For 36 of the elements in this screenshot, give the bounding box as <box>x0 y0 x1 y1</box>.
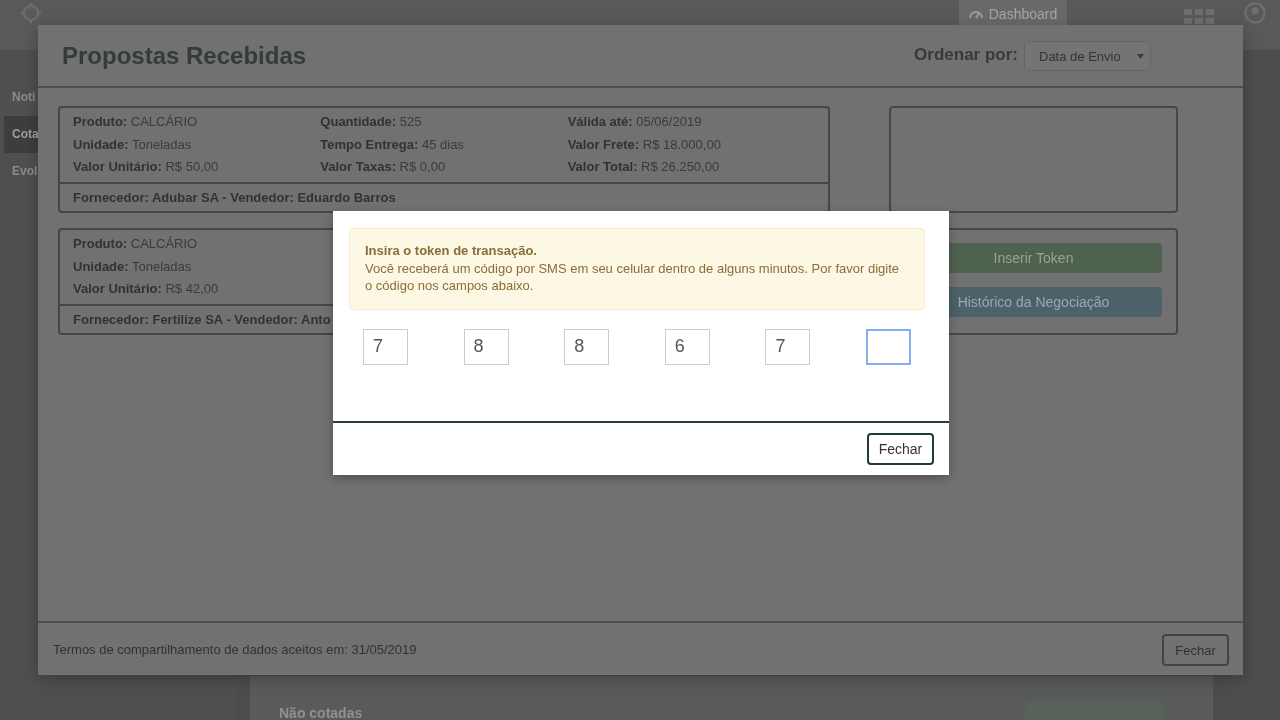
proposal-detail: Quantidade: 525 <box>320 113 422 131</box>
close-button[interactable]: Fechar <box>867 432 934 465</box>
proposal-detail: Produto: CALCÁRIO <box>73 235 198 253</box>
token-digit-field[interactable]: 8 <box>564 328 610 365</box>
token-digit-field[interactable]: 6 <box>664 328 710 365</box>
token-digit-field[interactable] <box>865 328 911 365</box>
close-button[interactable]: Fechar <box>1162 634 1229 666</box>
proposal-detail: Tempo Entrega: 45 dias <box>320 135 464 154</box>
token-digit-field[interactable]: 7 <box>363 328 408 365</box>
proposal-detail: Valor Total: R$ 26.250,00 <box>567 158 720 176</box>
user-icon[interactable] <box>1244 2 1266 24</box>
proposal-detail: Válida até: 05/06/2019 <box>567 113 702 131</box>
sidebar-item[interactable]: Noti <box>4 79 38 116</box>
sort-label: Ordenar por: <box>914 44 1018 65</box>
supplier-text: Fornecedor: Fertilize SA - Vendedor: Anto <box>73 312 331 327</box>
alert-title: Insira o token de transação. <box>365 242 537 260</box>
terms-text: Termos de compartilhamento de dados aceitos em: 31/05/2019 <box>53 641 417 657</box>
gauge-icon <box>968 9 983 19</box>
proposal-detail: Unidade: Toneladas <box>73 257 192 276</box>
sidebar-item[interactable]: Evol <box>4 153 38 190</box>
supplier-text: Fornecedor: Adubar SA - Vendedor: Eduardo Barros <box>73 190 396 205</box>
dialog-title: Propostas Recebidas <box>62 41 307 70</box>
proposal-detail: Unidade: Toneladas <box>73 135 192 154</box>
proposal-detail: Valor Unitário: R$ 42,00 <box>73 280 219 298</box>
proposal-detail: Valor Frete: R$ 18.000,00 <box>567 135 721 154</box>
alert-message: Você receberá um código por SMS em seu celular dentro de alguns minutos. Por favor digite o código nos campos abaixo. <box>365 259 900 295</box>
token-digit-field[interactable]: 8 <box>463 328 509 365</box>
token-digit-field[interactable]: 7 <box>765 328 811 365</box>
sort-select[interactable]: Data de Envio <box>1024 41 1151 71</box>
nav-tab[interactable]: Dashboard <box>959 0 1067 25</box>
proposal-detail: Valor Unitário: R$ 50,00 <box>73 158 219 176</box>
crosshair-icon <box>20 2 42 24</box>
proposal-detail: Produto: CALCÁRIO <box>73 113 198 131</box>
sidebar-item[interactable]: Cota <box>4 116 38 153</box>
caret-icon <box>1137 53 1144 59</box>
grid-icon[interactable] <box>1184 9 1214 24</box>
